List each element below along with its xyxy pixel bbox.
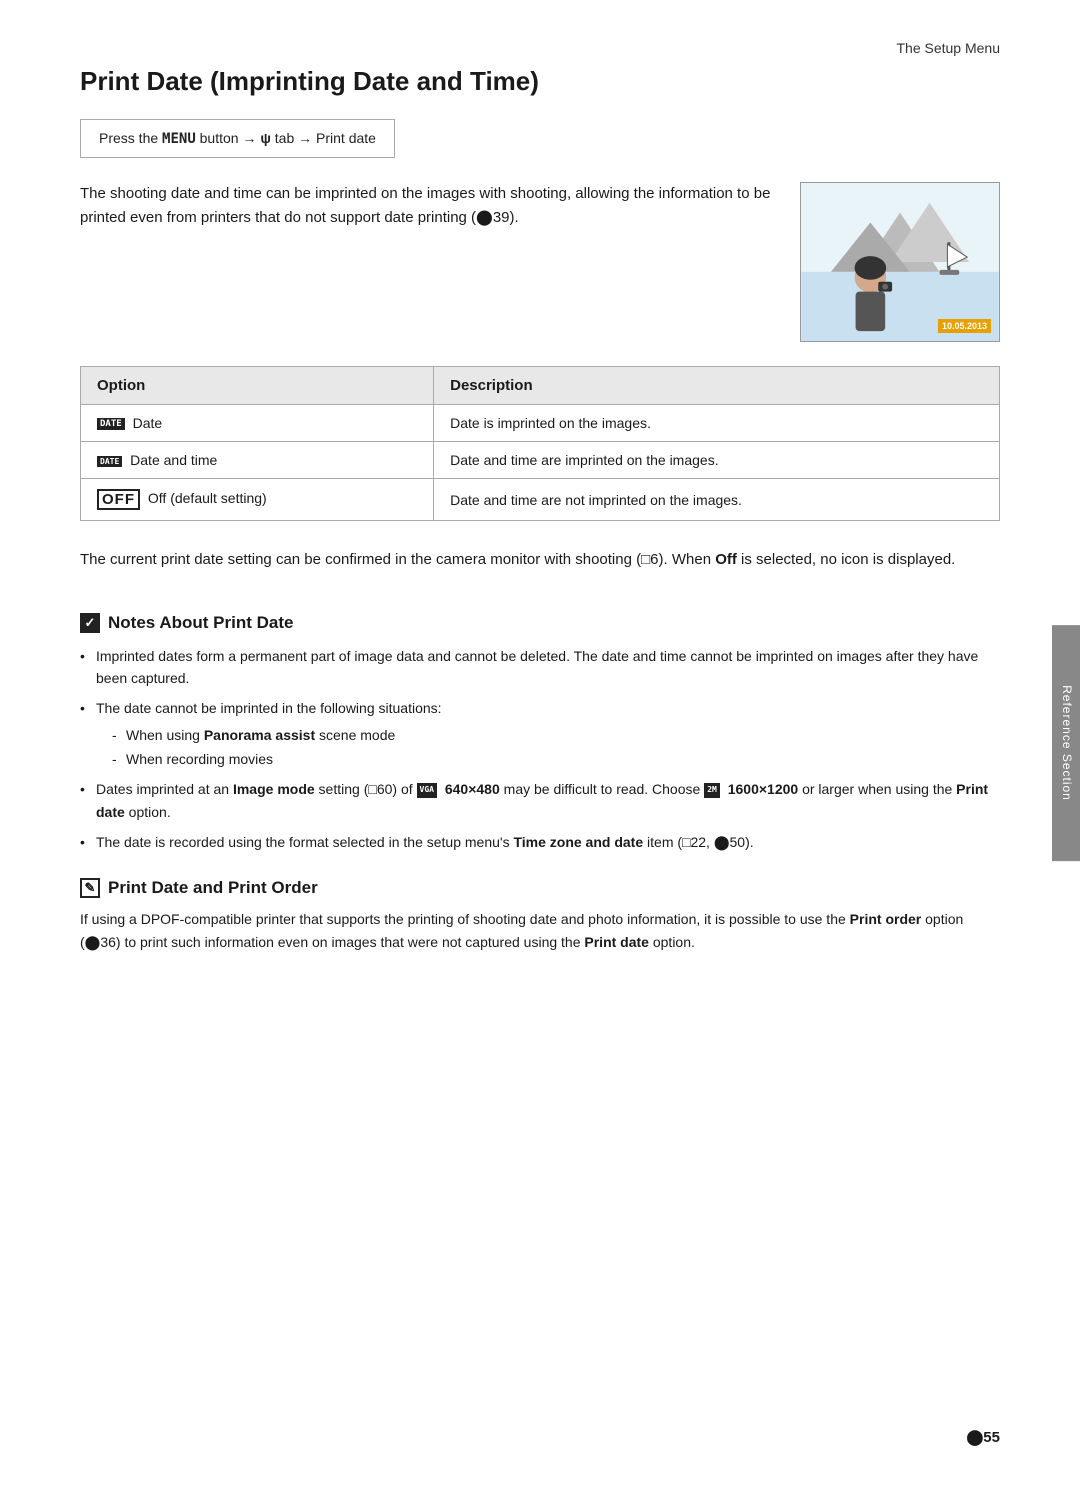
intro-section: The shooting date and time can be imprin… <box>80 182 1000 342</box>
camera-illustration: 10.05.2013 <box>800 182 1000 342</box>
table-row: DATE Date Date is imprinted on the image… <box>81 405 1000 442</box>
list-item: When recording movies <box>112 748 1000 770</box>
description-date-time: Date and time are imprinted on the image… <box>434 442 1000 479</box>
option-date: DATE Date <box>81 405 434 442</box>
date-icon: DATE <box>97 418 125 430</box>
notes-section: ✓ Notes About Print Date Imprinted dates… <box>80 613 1000 854</box>
print-order-text: If using a DPOF-compatible printer that … <box>80 908 1000 956</box>
page-title: Print Date (Imprinting Date and Time) <box>80 66 1000 97</box>
list-item: The date is recorded using the format se… <box>80 831 1000 853</box>
notes-list: Imprinted dates form a permanent part of… <box>80 645 1000 854</box>
print-order-section: ✎ Print Date and Print Order If using a … <box>80 878 1000 956</box>
options-table: Option Description DATE Date Date is imp… <box>80 366 1000 521</box>
reference-section-tab: Reference Section <box>1052 625 1080 861</box>
list-item: Dates imprinted at an Image mode setting… <box>80 778 1000 823</box>
list-item: Imprinted dates form a permanent part of… <box>80 645 1000 690</box>
notes-title: ✓ Notes About Print Date <box>80 613 1000 633</box>
table-row: OFF Off (default setting) Date and time … <box>81 479 1000 521</box>
list-item: When using Panorama assist scene mode <box>112 724 1000 746</box>
vga-icon: VGA <box>417 783 437 798</box>
option-off: OFF Off (default setting) <box>81 479 434 521</box>
sub-list: When using Panorama assist scene mode Wh… <box>96 724 1000 771</box>
summary-text: The current print date setting can be co… <box>80 547 1000 573</box>
section-label: The Setup Menu <box>80 40 1000 56</box>
page-number: ⬤55 <box>967 1428 1000 1446</box>
intro-text: The shooting date and time can be imprin… <box>80 182 776 230</box>
pencil-icon: ✎ <box>80 878 100 898</box>
hd-icon: 2M <box>704 783 720 798</box>
checkmark-icon: ✓ <box>80 613 100 633</box>
table-header-option: Option <box>81 367 434 405</box>
description-off: Date and time are not imprinted on the i… <box>434 479 1000 521</box>
date-time-icon: DATE <box>97 456 122 467</box>
print-order-title: ✎ Print Date and Print Order <box>80 878 1000 898</box>
table-row: DATE Date and time Date and time are imp… <box>81 442 1000 479</box>
table-header-description: Description <box>434 367 1000 405</box>
option-date-time: DATE Date and time <box>81 442 434 479</box>
list-item: The date cannot be imprinted in the foll… <box>80 697 1000 770</box>
description-date: Date is imprinted on the images. <box>434 405 1000 442</box>
off-icon: OFF <box>97 489 140 510</box>
date-stamp-overlay: 10.05.2013 <box>938 319 991 333</box>
menu-instruction-box: Press the MENU button → ψ tab → Print da… <box>80 119 395 158</box>
